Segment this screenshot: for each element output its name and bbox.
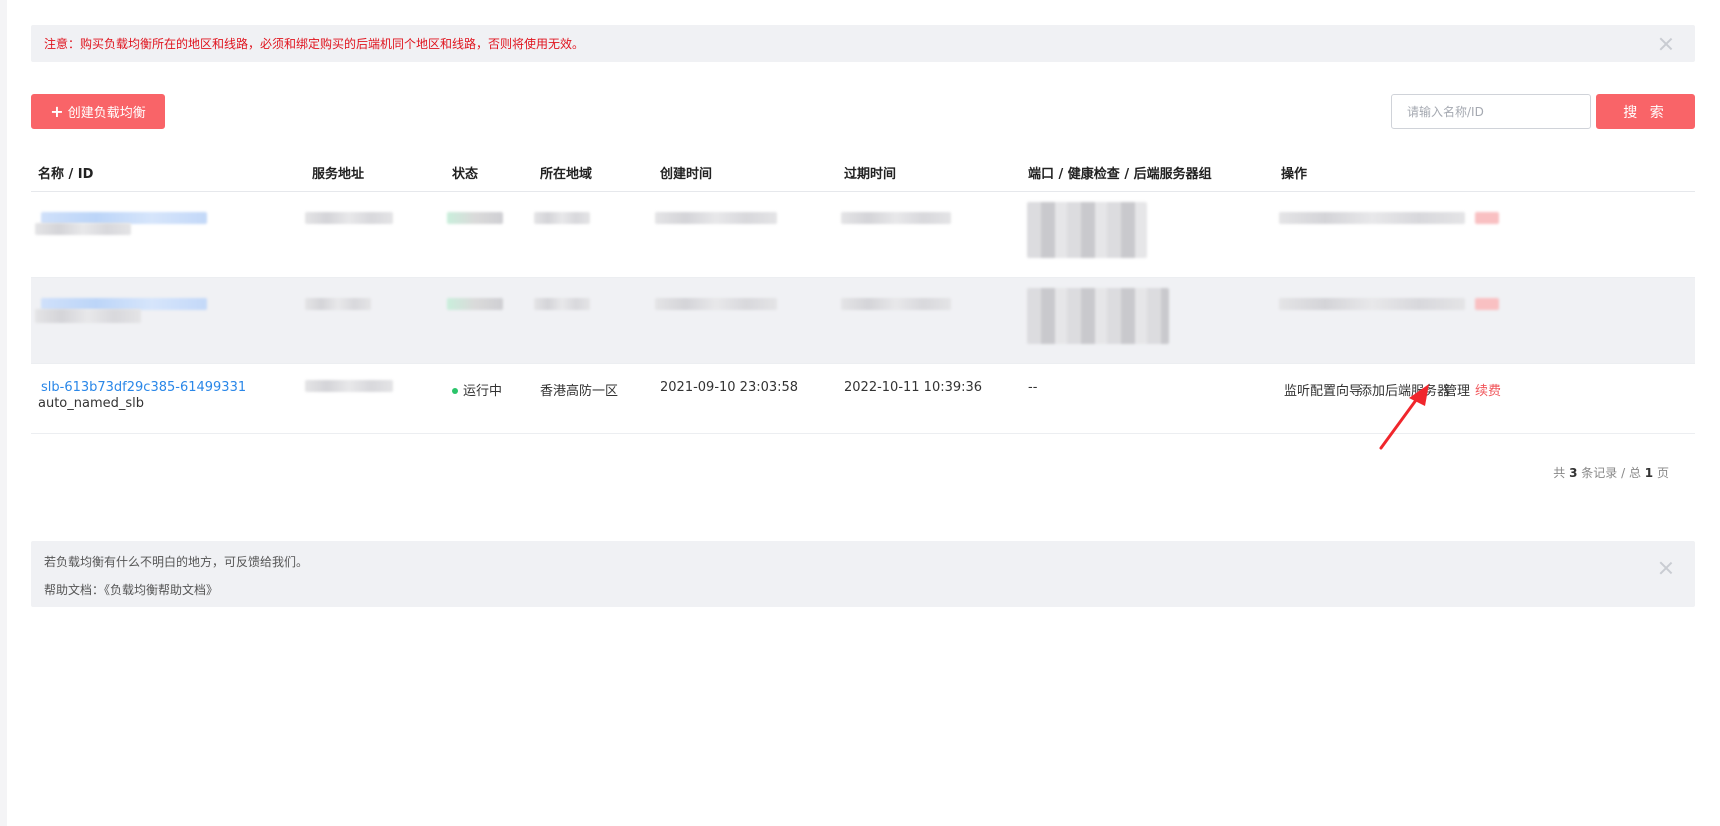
table-row	[31, 278, 1695, 364]
cell-expires: 2022-10-11 10:39:36	[844, 380, 983, 395]
blurred-region	[534, 298, 590, 310]
search-button[interactable]: 搜 索	[1596, 94, 1695, 129]
table-row: slb-613b73df29c385-61499331 auto_named_s…	[31, 364, 1695, 434]
table-row	[31, 192, 1695, 278]
blurred-ports	[1027, 288, 1169, 344]
blurred-expires	[841, 212, 951, 224]
load-balancer-id-link[interactable]: slb-613b73df29c385-61499331	[41, 380, 246, 395]
blurred-actions	[1279, 212, 1465, 224]
col-expires: 过期时间	[844, 167, 897, 182]
col-region: 所在地域	[540, 167, 593, 182]
col-address: 服务地址	[312, 167, 365, 182]
blurred-name	[35, 223, 131, 235]
table-header: 名称 / ID 服务地址 状态 所在地域 创建时间 过期时间 端口 / 健康检查…	[31, 147, 1695, 192]
cell-region: 香港高防一区	[540, 384, 619, 399]
close-icon[interactable]	[1659, 561, 1673, 575]
plus-icon: +	[50, 101, 64, 121]
help-banner: 若负载均衡有什么不明白的地方，可反馈给我们。 帮助文档：《负载均衡帮助文档》	[31, 541, 1695, 607]
pager-text: 共 3 条记录 / 总 1 页	[1553, 464, 1669, 481]
blurred-address	[305, 212, 393, 224]
pager-prefix: 共	[1553, 466, 1566, 480]
blurred-created	[655, 212, 777, 224]
status-running-dot	[452, 387, 458, 394]
blurred-expires	[841, 298, 951, 310]
col-ports: 端口 / 健康检查 / 后端服务器组	[1028, 167, 1212, 182]
blurred-ports	[1027, 202, 1147, 258]
col-actions: 操作	[1281, 167, 1308, 182]
cell-name-id: slb-613b73df29c385-61499331 auto_named_s…	[38, 380, 246, 411]
pager-total: 3	[1569, 466, 1578, 480]
blurred-status	[447, 212, 503, 224]
manage-link[interactable]: 管理	[1444, 380, 1470, 399]
blurred-renew	[1475, 298, 1499, 310]
add-backend-server-link[interactable]: 添加后端服务器	[1359, 380, 1450, 399]
blurred-name	[35, 309, 141, 323]
status-text: 运行中	[463, 384, 503, 399]
search-input[interactable]	[1391, 94, 1591, 129]
blurred-region	[534, 212, 590, 224]
pager-pages: 1	[1644, 466, 1654, 480]
pager-suffix: 页	[1656, 466, 1669, 480]
col-created: 创建时间	[660, 167, 713, 182]
help-feedback-text: 若负载均衡有什么不明白的地方，可反馈给我们。	[44, 555, 309, 569]
load-balancer-name: auto_named_slb	[38, 396, 145, 411]
help-doc-text[interactable]: 帮助文档：《负载均衡帮助文档》	[44, 581, 1682, 598]
blurred-address	[305, 298, 371, 310]
cell-ports: --	[1028, 380, 1038, 395]
create-button-label: 创建负载均衡	[67, 106, 146, 121]
notice-text: 注意：购买负载均衡所在的地区和线路，必须和绑定购买的后端机同个地区和线路，否则将…	[44, 37, 585, 51]
blurred-actions	[1279, 298, 1465, 310]
pagination: 共 3 条记录 / 总 1 页	[31, 464, 1695, 504]
cell-status: 运行中	[452, 380, 502, 399]
load-balancer-table: 名称 / ID 服务地址 状态 所在地域 创建时间 过期时间 端口 / 健康检查…	[31, 147, 1695, 504]
content: 注意：购买负载均衡所在的地区和线路，必须和绑定购买的后端机同个地区和线路，否则将…	[31, 25, 1695, 504]
pager-middle: 条记录 / 总	[1581, 466, 1641, 480]
create-load-balancer-button[interactable]: + 创建负载均衡	[31, 94, 165, 129]
blurred-renew	[1475, 212, 1499, 224]
close-icon[interactable]	[1659, 37, 1673, 51]
notice-banner: 注意：购买负载均衡所在的地区和线路，必须和绑定购买的后端机同个地区和线路，否则将…	[31, 25, 1695, 62]
blurred-status	[447, 298, 503, 310]
cell-created: 2021-09-10 23:03:58	[660, 380, 799, 395]
blurred-address	[305, 380, 393, 392]
renew-link[interactable]: 续费	[1475, 380, 1501, 399]
page: 注意：购买负载均衡所在的地区和线路，必须和绑定购买的后端机同个地区和线路，否则将…	[7, 0, 1720, 826]
toolbar: + 创建负载均衡 搜 索	[31, 94, 1695, 130]
col-name-id: 名称 / ID	[38, 167, 94, 182]
listen-wizard-link[interactable]: 监听配置向导	[1284, 380, 1362, 399]
col-status: 状态	[452, 167, 479, 182]
blurred-created	[655, 298, 777, 310]
